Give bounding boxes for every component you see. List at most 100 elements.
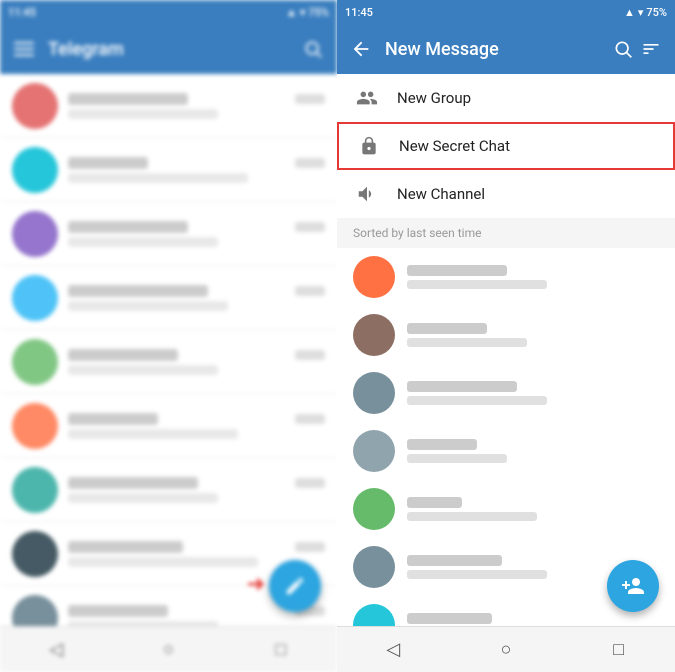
contact-item[interactable] xyxy=(337,480,675,538)
left-status-bar: 11:45 ▲ ▾ 75% xyxy=(0,0,337,24)
contact-avatar xyxy=(353,604,395,626)
new-secret-chat-icon xyxy=(355,132,383,160)
contact-info xyxy=(407,439,659,463)
chat-content xyxy=(68,349,325,375)
chat-item[interactable] xyxy=(0,394,337,458)
right-time: 11:45 xyxy=(345,6,373,19)
back-button[interactable]: ◁ xyxy=(44,638,68,662)
right-status-icons: ▲ ▾ 75% xyxy=(624,6,667,19)
right-status-time: 11:45 xyxy=(345,6,373,19)
chat-name xyxy=(68,285,208,297)
new-group-icon xyxy=(353,84,381,112)
chat-name xyxy=(68,157,148,169)
menu-icon[interactable] xyxy=(12,37,36,61)
contact-item[interactable] xyxy=(337,306,675,364)
chat-preview xyxy=(68,365,218,375)
contact-info xyxy=(407,323,659,347)
left-bottom-nav: ◁ ○ □ xyxy=(0,626,337,672)
avatar xyxy=(12,211,58,257)
left-search-button[interactable] xyxy=(301,37,325,61)
new-secret-chat-label: New Secret Chat xyxy=(399,137,510,155)
chat-item[interactable] xyxy=(0,74,337,138)
avatar xyxy=(12,275,58,321)
new-secret-chat-button[interactable]: New Secret Chat xyxy=(337,122,675,170)
contact-status xyxy=(407,280,547,289)
chat-item[interactable] xyxy=(0,266,337,330)
right-back-button[interactable]: ◁ xyxy=(381,638,405,662)
chat-preview xyxy=(68,109,218,119)
chat-time xyxy=(295,542,325,552)
chat-content xyxy=(68,157,325,183)
menu-section: New Group New Secret Chat New Channel xyxy=(337,74,675,218)
contact-avatar xyxy=(353,314,395,356)
add-contact-fab[interactable] xyxy=(607,560,659,612)
contact-item[interactable] xyxy=(337,364,675,422)
contact-item[interactable] xyxy=(337,422,675,480)
left-signal-icon: ▲ xyxy=(286,6,297,19)
contact-status xyxy=(407,396,547,405)
left-app-title: Telegram xyxy=(48,39,301,60)
new-channel-button[interactable]: New Channel xyxy=(337,170,675,218)
contact-avatar xyxy=(353,256,395,298)
right-recents-button[interactable]: □ xyxy=(607,638,631,662)
left-time: 11:45 xyxy=(8,6,36,19)
chat-item[interactable] xyxy=(0,458,337,522)
chat-name xyxy=(68,93,188,105)
new-group-button[interactable]: New Group xyxy=(337,74,675,122)
chat-item[interactable] xyxy=(0,202,337,266)
chat-item[interactable] xyxy=(0,330,337,394)
new-channel-label: New Channel xyxy=(397,185,485,203)
contact-name xyxy=(407,439,477,450)
avatar xyxy=(12,83,58,129)
compose-fab[interactable] xyxy=(269,560,321,612)
contact-status xyxy=(407,512,537,521)
chat-name xyxy=(68,605,168,617)
chat-preview xyxy=(68,301,228,311)
contact-info xyxy=(407,497,659,521)
chat-preview xyxy=(68,493,218,503)
chat-time xyxy=(295,350,325,360)
left-wifi-icon: ▾ xyxy=(300,6,306,19)
right-filter-button[interactable] xyxy=(639,37,663,61)
right-search-button[interactable] xyxy=(611,37,635,61)
contact-avatar xyxy=(353,546,395,588)
chat-item[interactable] xyxy=(0,138,337,202)
left-app-bar: Telegram xyxy=(0,24,337,74)
contact-avatar xyxy=(353,430,395,472)
contact-avatar xyxy=(353,488,395,530)
chat-preview xyxy=(68,557,258,567)
left-status-icons: ▲ ▾ 75% xyxy=(286,6,329,19)
contact-info xyxy=(407,381,659,405)
chat-content xyxy=(68,221,325,247)
avatar xyxy=(12,467,58,513)
contact-item[interactable] xyxy=(337,248,675,306)
chat-time xyxy=(295,286,325,296)
right-panel: 11:45 ▲ ▾ 75% New Message xyxy=(337,0,675,672)
avatar xyxy=(12,339,58,385)
chat-content xyxy=(68,93,325,119)
back-icon[interactable] xyxy=(349,37,373,61)
contact-name xyxy=(407,265,507,276)
right-app-title: New Message xyxy=(385,39,611,60)
chat-time xyxy=(295,94,325,104)
home-button[interactable]: ○ xyxy=(156,638,180,662)
contact-status xyxy=(407,454,507,463)
chat-name xyxy=(68,541,183,553)
contact-name xyxy=(407,555,502,566)
avatar xyxy=(12,147,58,193)
new-group-label: New Group xyxy=(397,89,471,107)
sorted-label: Sorted by last seen time xyxy=(337,218,675,248)
right-signal-icon: ▲ xyxy=(624,6,635,19)
chat-time xyxy=(295,478,325,488)
chat-time xyxy=(295,414,325,424)
right-home-button[interactable]: ○ xyxy=(494,638,518,662)
chat-content xyxy=(68,413,325,439)
contact-name xyxy=(407,381,517,392)
contact-avatar xyxy=(353,372,395,414)
avatar xyxy=(12,531,58,577)
right-app-bar: New Message xyxy=(337,24,675,74)
new-channel-icon xyxy=(353,180,381,208)
avatar xyxy=(12,595,58,627)
right-status-bar: 11:45 ▲ ▾ 75% xyxy=(337,0,675,24)
recents-button[interactable]: □ xyxy=(269,638,293,662)
